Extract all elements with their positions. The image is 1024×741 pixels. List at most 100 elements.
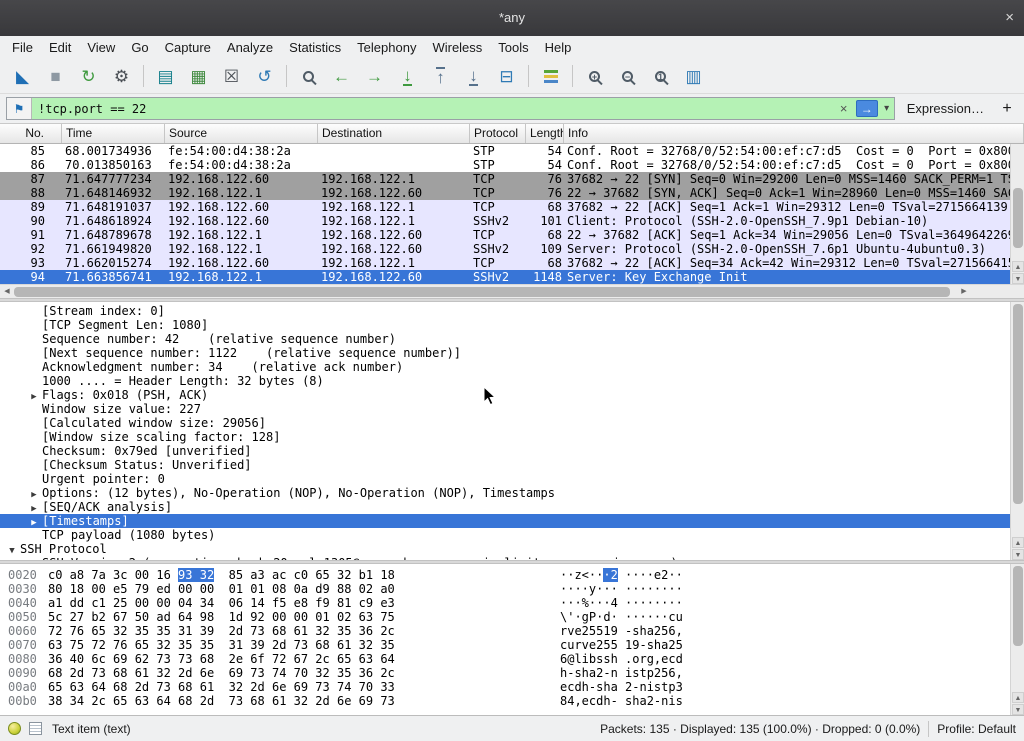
column-header-proto[interactable]: Protocol (470, 124, 526, 143)
restart-capture-button[interactable]: ↻ (73, 62, 104, 90)
menu-file[interactable]: File (4, 38, 41, 57)
column-header-len[interactable]: Length (526, 124, 564, 143)
detail-line[interactable]: ▼SSH Protocol (0, 542, 1024, 556)
colorize-button[interactable] (535, 62, 566, 90)
menu-view[interactable]: View (79, 38, 123, 57)
packet-row[interactable]: 8568.001734936fe:54:00:d4:38:2aSTP54Conf… (0, 144, 1024, 158)
hex-row[interactable]: 003080 18 00 e5 79 ed 00 00 01 01 08 0a … (8, 582, 1024, 596)
find-packet-button[interactable] (293, 62, 324, 90)
packet-list-scrollbar[interactable]: ▲ ▼ (1010, 144, 1024, 284)
expert-info-icon[interactable] (8, 722, 21, 735)
menu-analyze[interactable]: Analyze (219, 38, 281, 57)
open-file-button[interactable]: ▤ (150, 62, 181, 90)
menu-statistics[interactable]: Statistics (281, 38, 349, 57)
capture-options-button[interactable]: ⚙ (106, 62, 137, 90)
packet-list-hscrollbar[interactable]: ◀ ▶ (0, 284, 1024, 298)
zoom-out-button[interactable]: − (612, 62, 643, 90)
menu-capture[interactable]: Capture (157, 38, 219, 57)
close-file-button[interactable]: ☒ (216, 62, 247, 90)
zoom-original-button[interactable]: 1 (645, 62, 676, 90)
detail-line[interactable]: 1000 .... = Header Length: 32 bytes (8) (0, 374, 1024, 388)
column-header-dest[interactable]: Destination (318, 124, 470, 143)
detail-line[interactable]: Acknowledgment number: 34 (relative ack … (0, 360, 1024, 374)
zoom-in-button[interactable]: + (579, 62, 610, 90)
scrollbar-thumb[interactable] (1013, 566, 1023, 646)
apply-filter-button[interactable]: → (856, 100, 878, 117)
packet-row[interactable]: 9371.662015274192.168.122.60192.168.122.… (0, 256, 1024, 270)
packet-row[interactable]: 8871.648146932192.168.122.1192.168.122.6… (0, 186, 1024, 200)
detail-line[interactable]: TCP payload (1080 bytes) (0, 528, 1024, 542)
scrollbar-thumb[interactable] (1013, 304, 1023, 504)
column-header-source[interactable]: Source (165, 124, 318, 143)
detail-line[interactable]: ▶[Timestamps] (0, 514, 1024, 528)
packet-row[interactable]: 9271.661949820192.168.122.1192.168.122.6… (0, 242, 1024, 256)
packet-row[interactable]: 8670.013850163fe:54:00:d4:38:2aSTP54Conf… (0, 158, 1024, 172)
start-capture-button[interactable]: ◣ (7, 62, 38, 90)
details-scrollbar[interactable]: ▲ ▼ (1010, 302, 1024, 560)
scroll-up-icon[interactable]: ▲ (1012, 692, 1024, 703)
hex-row[interactable]: 00a065 63 64 68 2d 73 68 61 32 2d 6e 69 … (8, 680, 1024, 694)
menu-go[interactable]: Go (123, 38, 156, 57)
scroll-up-icon[interactable]: ▲ (1012, 261, 1024, 272)
packet-row[interactable]: 8971.648191037192.168.122.60192.168.122.… (0, 200, 1024, 214)
scrollbar-thumb[interactable] (1013, 188, 1023, 248)
display-filter-input[interactable]: !tcp.port == 22 (32, 102, 834, 116)
detail-line[interactable]: Checksum: 0x79ed [unverified] (0, 444, 1024, 458)
column-header-info[interactable]: Info (564, 124, 1024, 143)
expander-icon[interactable]: ▶ (26, 390, 42, 402)
filter-dropdown-caret-icon[interactable]: ▾ (880, 103, 894, 114)
resize-columns-button[interactable]: ▥ (678, 62, 709, 90)
hex-row[interactable]: 007063 75 72 76 65 32 35 35 31 39 2d 73 … (8, 638, 1024, 652)
expander-icon[interactable]: ▼ (4, 544, 20, 556)
go-last-button[interactable]: ↓ (458, 62, 489, 90)
status-profile[interactable]: Profile: Default (937, 722, 1016, 736)
menu-edit[interactable]: Edit (41, 38, 79, 57)
detail-line[interactable]: ▶Options: (12 bytes), No-Operation (NOP)… (0, 486, 1024, 500)
menu-telephony[interactable]: Telephony (349, 38, 424, 57)
column-header-time[interactable]: Time (62, 124, 165, 143)
packet-row[interactable]: 9071.648618924192.168.122.60192.168.122.… (0, 214, 1024, 228)
hex-row[interactable]: 008036 40 6c 69 62 73 73 68 2e 6f 72 67 … (8, 652, 1024, 666)
go-to-packet-button[interactable]: ↓ (392, 62, 423, 90)
clear-filter-icon[interactable]: × (834, 101, 854, 116)
detail-line[interactable]: Window size value: 227 (0, 402, 1024, 416)
menu-tools[interactable]: Tools (490, 38, 536, 57)
detail-line[interactable]: ▶Flags: 0x018 (PSH, ACK) (0, 388, 1024, 402)
hscrollbar-thumb[interactable] (14, 287, 950, 297)
scroll-down-icon[interactable]: ▼ (1012, 273, 1024, 284)
column-header-no[interactable]: No. (0, 124, 62, 143)
detail-line[interactable]: [TCP Segment Len: 1080] (0, 318, 1024, 332)
scroll-right-icon[interactable]: ▶ (958, 286, 970, 298)
menu-wireless[interactable]: Wireless (424, 38, 490, 57)
capture-comment-icon[interactable] (29, 722, 42, 735)
hex-row[interactable]: 00505c 27 b2 67 50 ad 64 98 1d 92 00 00 … (8, 610, 1024, 624)
scroll-left-icon[interactable]: ◀ (1, 286, 13, 298)
detail-line[interactable]: [Calculated window size: 29056] (0, 416, 1024, 430)
reload-file-button[interactable]: ↺ (249, 62, 280, 90)
expression-button[interactable]: Expression… (895, 101, 996, 116)
scroll-down-icon[interactable]: ▼ (1012, 704, 1024, 715)
packet-row[interactable]: 8771.647777234192.168.122.60192.168.122.… (0, 172, 1024, 186)
scroll-up-icon[interactable]: ▲ (1012, 537, 1024, 548)
add-filter-button[interactable]: + (996, 100, 1018, 118)
stop-capture-button[interactable]: ■ (40, 62, 71, 90)
detail-line[interactable]: Sequence number: 42 (relative sequence n… (0, 332, 1024, 346)
expander-icon[interactable]: ▶ (26, 516, 42, 528)
expander-icon[interactable]: ▶ (26, 488, 42, 500)
expander-icon[interactable]: ▶ (26, 558, 42, 560)
hex-row[interactable]: 00b038 34 2c 65 63 64 68 2d 73 68 61 32 … (8, 694, 1024, 708)
menu-help[interactable]: Help (537, 38, 580, 57)
hex-scrollbar[interactable]: ▲ ▼ (1010, 564, 1024, 715)
detail-line[interactable]: ▶[SEQ/ACK analysis] (0, 500, 1024, 514)
close-window-icon[interactable]: × (1005, 0, 1014, 36)
go-first-button[interactable]: ↑ (425, 62, 456, 90)
detail-line[interactable]: [Checksum Status: Unverified] (0, 458, 1024, 472)
auto-scroll-button[interactable]: ⊟ (491, 62, 522, 90)
hex-row[interactable]: 0020c0 a8 7a 3c 00 16 93 32 85 a3 ac c0 … (8, 568, 1024, 582)
bookmark-button[interactable]: ⚑ (7, 98, 32, 119)
go-forward-button[interactable]: → (359, 62, 390, 90)
packet-row[interactable]: 9171.648789678192.168.122.1192.168.122.6… (0, 228, 1024, 242)
scroll-down-icon[interactable]: ▼ (1012, 549, 1024, 560)
detail-line[interactable]: [Window size scaling factor: 128] (0, 430, 1024, 444)
hex-row[interactable]: 009068 2d 73 68 61 32 2d 6e 69 73 74 70 … (8, 666, 1024, 680)
